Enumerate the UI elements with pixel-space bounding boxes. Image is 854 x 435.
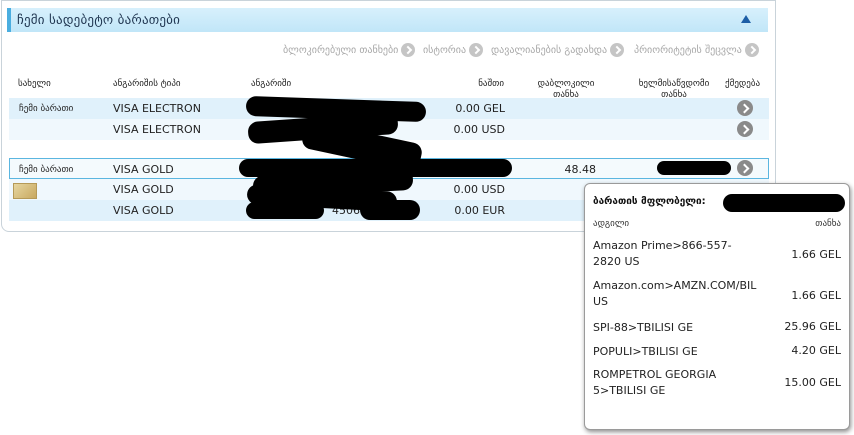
col-header-name: სახელი [18, 79, 51, 89]
redaction-mark [723, 194, 845, 212]
blocked-transactions-tooltip: ბარათის მფლობელი: ადგილი თანხა Amazon Pr… [584, 183, 850, 430]
action-label: დავალიანების გადახდა [491, 44, 608, 56]
card-name: ჩემი ბარათი [19, 165, 74, 175]
card-balance: 0.00 GEL [455, 102, 505, 115]
transaction-amount: 1.66 GEL [791, 248, 841, 261]
transaction-amount: 4.20 GEL [791, 344, 841, 357]
transaction-amount: 1.66 GEL [791, 289, 841, 302]
arrow-circle-right-icon [744, 43, 759, 57]
arrow-circle-right-icon[interactable] [737, 121, 753, 137]
panel-header: ჩემი სადებეტო ბარათები [7, 8, 768, 32]
card-type: VISA GOLD [113, 163, 174, 176]
action-label: ისტორია [423, 44, 467, 56]
transaction-place: Amazon.com>AMZN.COM/BIL US [593, 279, 757, 308]
redaction-mark [657, 161, 731, 175]
col-header-balance: ნაშთი [478, 79, 504, 89]
collapse-triangle-icon[interactable] [741, 15, 751, 23]
col-amount: თანხა [815, 219, 841, 229]
redaction-mark [246, 202, 324, 219]
redaction-mark [360, 200, 420, 220]
action-history[interactable]: ისტორია [423, 42, 484, 58]
card-type: VISA GOLD [113, 204, 174, 217]
card-balance: 0.00 USD [453, 183, 506, 196]
transaction-place: SPI-88>TBILISI GE [593, 321, 694, 334]
transaction-place: Amazon Prime>866-557-2820 US [593, 239, 732, 268]
card-name: ჩემი ბარათი [19, 104, 74, 114]
action-label: პრიორიტეტის შეცვლა [634, 44, 742, 56]
action-pay-debt[interactable]: დავალიანების გადახდა [491, 42, 625, 58]
col-header-actions: ქმედება [725, 79, 761, 89]
card-balance: 0.00 USD [453, 123, 506, 136]
arrow-circle-right-icon [610, 43, 625, 57]
arrow-circle-right-icon[interactable] [737, 160, 753, 176]
card-balance: 0.00 EUR [454, 204, 505, 217]
transaction-amount: 15.00 GEL [784, 376, 841, 389]
card-type: VISA ELECTRON [113, 102, 201, 115]
card-holder-label: ბარათის მფლობელი: [593, 196, 706, 207]
action-change-priority[interactable]: პრიორიტეტის შეცვლა [634, 42, 759, 58]
arrow-circle-right-icon[interactable] [737, 100, 753, 116]
card-type: VISA GOLD [113, 183, 174, 196]
col-place: ადგილი [593, 219, 630, 229]
col-header-account: ანგარიში [251, 79, 292, 89]
panel-title: ჩემი სადებეტო ბარათები [17, 12, 181, 28]
transaction-amount: 25.96 GEL [784, 320, 841, 333]
transaction-place: ROMPETROL GEORGIA 5>TBILISI GE [593, 368, 717, 397]
card-thumbnail [13, 183, 37, 199]
col-header-card-type: ანგარიშის ტიპი [113, 79, 181, 89]
blocked-amount: 48.48 [564, 163, 597, 176]
card-type: VISA ELECTRON [113, 123, 201, 136]
action-blocked-amounts[interactable]: ბლოკირებული თანხები [283, 42, 416, 58]
arrow-circle-right-icon [401, 43, 416, 57]
transaction-place: POPULI>TBILISI GE [593, 345, 698, 358]
action-label: ბლოკირებული თანხები [283, 44, 399, 56]
arrow-circle-right-icon [469, 43, 484, 57]
